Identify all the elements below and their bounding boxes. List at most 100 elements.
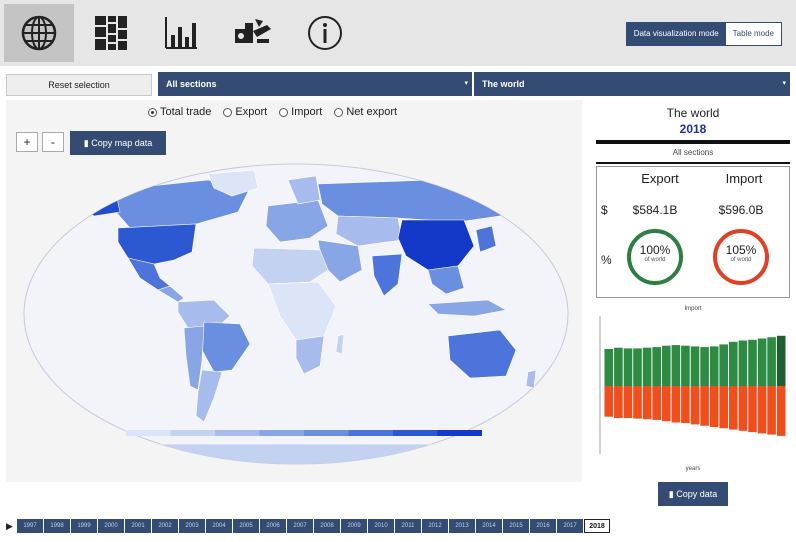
year-button-1998[interactable]: 1998 xyxy=(44,519,70,533)
import-bar xyxy=(604,386,614,417)
year-button-1999[interactable]: 1999 xyxy=(71,519,97,533)
import-bar xyxy=(662,386,671,422)
trade-flow-view-button[interactable] xyxy=(218,4,288,62)
import-value: $596.0B xyxy=(718,203,764,217)
import-bar xyxy=(719,386,728,429)
export-bar xyxy=(757,338,767,386)
flow-option-label: Total trade xyxy=(160,106,212,118)
radio-icon xyxy=(223,107,233,117)
treemap-view-button[interactable] xyxy=(76,4,146,62)
region-antarctica xyxy=(57,443,539,464)
summary-panel: The world 2018 All sections Export Impor… xyxy=(596,100,790,510)
chart-title: Import xyxy=(684,306,701,312)
chart-view-button[interactable] xyxy=(146,4,216,62)
sections-dropdown[interactable]: All sections ▾ xyxy=(158,72,472,96)
export-bar xyxy=(614,347,623,386)
clipboard-icon: ▮ xyxy=(83,138,89,148)
year-button-2017[interactable]: 2017 xyxy=(557,519,583,533)
globe-icon xyxy=(21,15,57,51)
import-bar xyxy=(614,386,623,418)
export-bar xyxy=(690,346,700,386)
import-bar xyxy=(633,386,642,419)
radio-icon xyxy=(279,107,289,117)
flow-option-export[interactable]: Export xyxy=(223,106,267,118)
flow-option-label: Export xyxy=(235,106,268,118)
export-share-caption: of world xyxy=(644,257,666,263)
map-view-button[interactable] xyxy=(4,4,74,62)
chart-bars xyxy=(604,335,786,436)
mode-toggle: Data visualization mode Table mode xyxy=(625,22,782,46)
country-russia[interactable] xyxy=(317,177,539,223)
table-mode-button[interactable]: Table mode xyxy=(725,23,781,45)
import-bar xyxy=(729,386,738,430)
info-icon xyxy=(308,16,342,50)
year-button-2010[interactable]: 2010 xyxy=(368,519,394,533)
year-button-2000[interactable]: 2000 xyxy=(98,519,124,533)
import-bar xyxy=(757,386,767,434)
import-bar xyxy=(738,386,748,431)
year-button-2018[interactable]: 2018 xyxy=(584,519,610,533)
year-button-2011[interactable]: 2011 xyxy=(395,519,421,533)
year-button-2015[interactable]: 2015 xyxy=(503,519,529,533)
export-heading: Export xyxy=(641,171,679,186)
zoom-out-button[interactable]: - xyxy=(42,132,64,152)
import-share-caption: of world xyxy=(730,257,752,263)
year-button-2006[interactable]: 2006 xyxy=(260,519,286,533)
flow-option-import[interactable]: Import xyxy=(279,106,322,118)
partner-dropdown-value: The world xyxy=(482,79,525,89)
year-button-2014[interactable]: 2014 xyxy=(476,519,502,533)
flow-option-net-export[interactable]: Net export xyxy=(334,106,397,118)
legend-swatch xyxy=(215,430,260,436)
import-bar xyxy=(709,386,719,427)
reset-selection-button[interactable]: Reset selection xyxy=(6,74,152,96)
play-icon[interactable]: ▶ xyxy=(6,518,16,534)
year-button-2002[interactable]: 2002 xyxy=(152,519,178,533)
legend-swatch xyxy=(437,430,482,436)
year-button-2001[interactable]: 2001 xyxy=(125,519,151,533)
chart-x-label: years xyxy=(686,466,701,472)
flow-option-label: Import xyxy=(291,106,323,118)
divider xyxy=(596,140,790,144)
year-button-2009[interactable]: 2009 xyxy=(341,519,367,533)
year-button-2004[interactable]: 2004 xyxy=(206,519,232,533)
year-button-2012[interactable]: 2012 xyxy=(422,519,448,533)
export-bar xyxy=(642,347,652,386)
data-visualization-mode-button[interactable]: Data visualization mode xyxy=(626,23,726,45)
copy-data-button[interactable]: ▮ Copy data xyxy=(658,482,728,506)
import-bar xyxy=(776,386,786,436)
import-bar xyxy=(652,386,661,420)
year-button-1997[interactable]: 1997 xyxy=(17,519,43,533)
divider xyxy=(596,162,790,164)
import-share-value: 105% xyxy=(725,243,757,257)
year-button-2008[interactable]: 2008 xyxy=(314,519,340,533)
import-bar xyxy=(671,386,681,423)
export-bar xyxy=(623,348,633,386)
trade-flow-selector: Total trade Export Import Net export xyxy=(148,106,397,118)
radio-icon xyxy=(148,107,157,117)
map-legend xyxy=(126,430,482,436)
year-button-2003[interactable]: 2003 xyxy=(179,519,205,533)
export-bar xyxy=(700,347,709,386)
legend-swatch xyxy=(259,430,304,436)
export-bar xyxy=(729,341,738,386)
copy-data-label: Copy data xyxy=(676,489,718,499)
export-bar xyxy=(748,339,757,386)
year-button-2005[interactable]: 2005 xyxy=(233,519,259,533)
world-map[interactable] xyxy=(18,160,574,472)
currency-label: $ xyxy=(601,203,608,217)
partner-dropdown[interactable]: The world ▾ xyxy=(474,72,790,96)
year-button-2007[interactable]: 2007 xyxy=(287,519,313,533)
year-button-2016[interactable]: 2016 xyxy=(530,519,556,533)
import-bar xyxy=(642,386,652,420)
flow-option-label: Net export xyxy=(346,106,398,118)
import-bar xyxy=(700,386,709,426)
export-value: $584.1B xyxy=(632,203,678,217)
info-button[interactable] xyxy=(290,4,360,62)
flow-option-total-trade[interactable]: Total trade xyxy=(148,106,211,118)
zoom-in-button[interactable]: + xyxy=(16,132,38,152)
import-bar xyxy=(623,386,633,418)
copy-map-data-button[interactable]: ▮ Copy map data xyxy=(70,131,166,155)
chevron-down-icon: ▾ xyxy=(464,80,468,87)
year-button-2013[interactable]: 2013 xyxy=(449,519,475,533)
country-alaska[interactable] xyxy=(75,183,121,217)
